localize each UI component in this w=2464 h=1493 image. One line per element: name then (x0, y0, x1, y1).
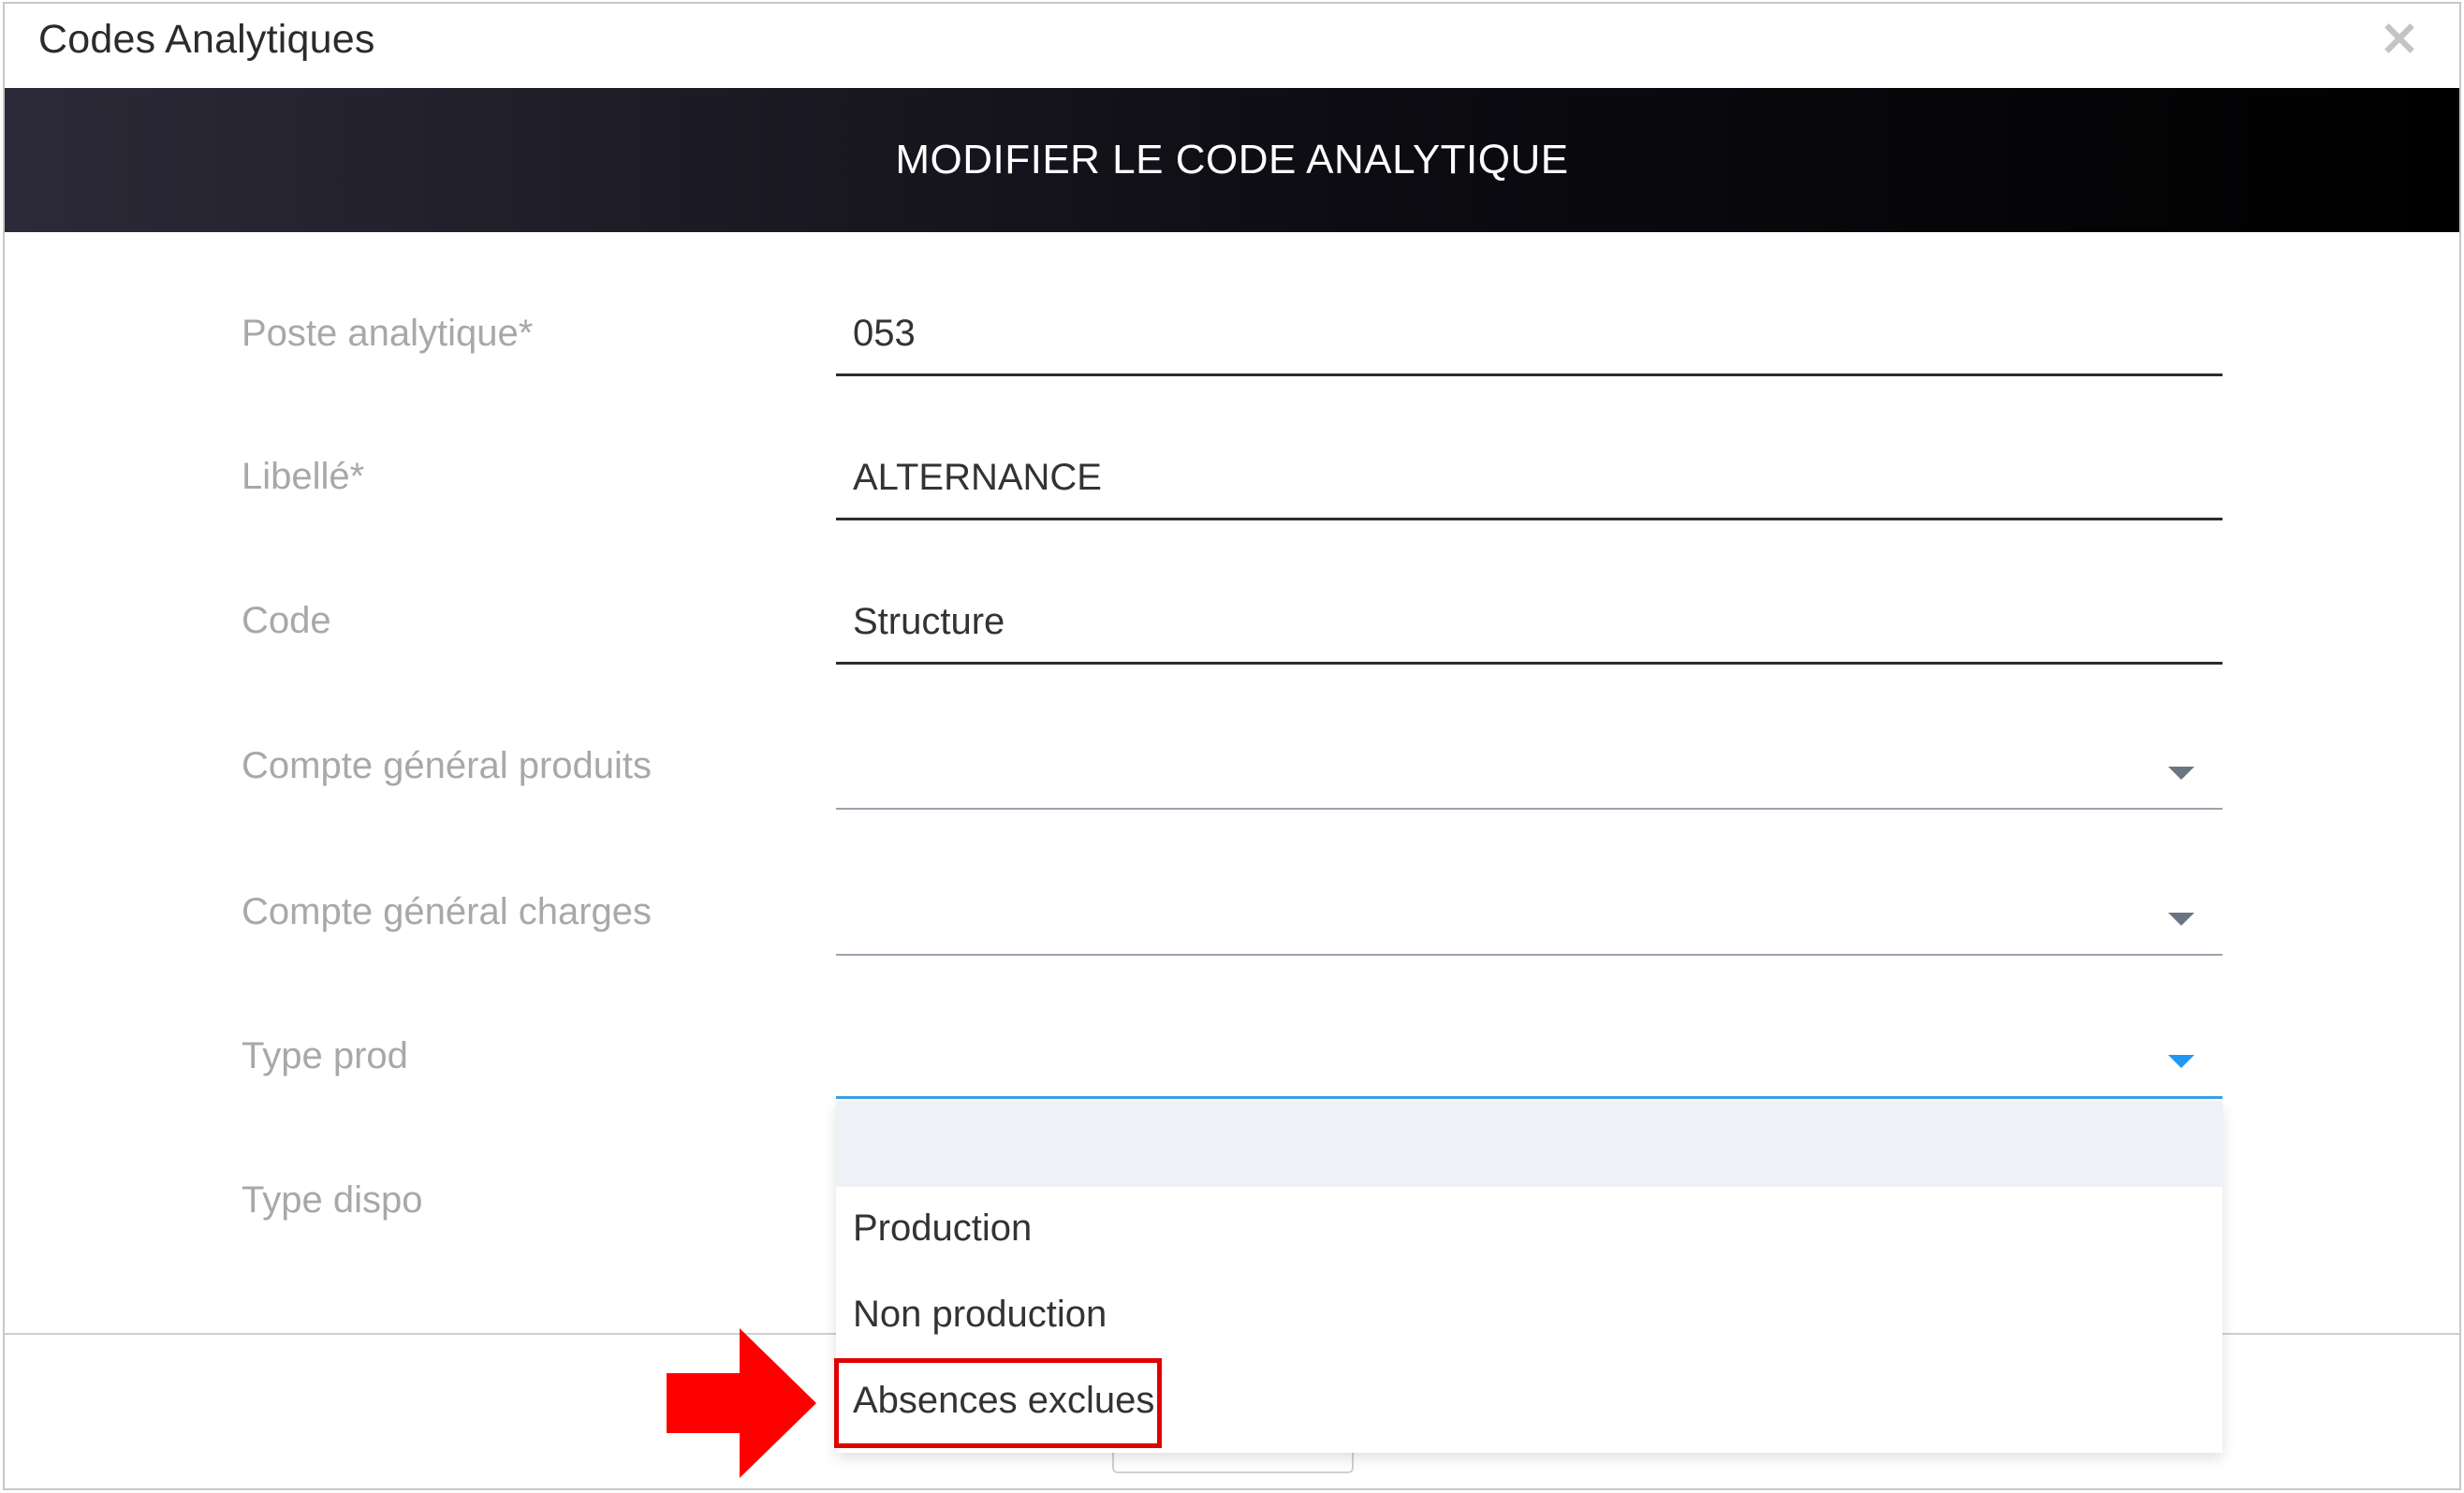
code-value: Structure (853, 601, 1005, 642)
red-arrow-annotation (667, 1328, 816, 1478)
libelle-label: Libellé* (242, 456, 365, 497)
codes-analytiques-dialog: Codes Analytiques × MODIFIER LE CODE ANA… (3, 2, 2461, 1490)
libelle-value: ALTERNANCE (853, 457, 1102, 498)
code-label: Code (242, 600, 331, 641)
type-prod-label: Type prod (242, 1035, 408, 1076)
chevron-down-icon[interactable] (2168, 1055, 2194, 1068)
code-input[interactable]: Structure (836, 590, 2222, 665)
dialog-banner: MODIFIER LE CODE ANALYTIQUE (5, 88, 2459, 232)
type-dispo-label: Type dispo (242, 1179, 423, 1221)
compte-general-charges-label: Compte général charges (242, 891, 653, 932)
poste-analytique-value: 053 (853, 313, 916, 354)
dialog-title: Codes Analytiques (38, 17, 375, 62)
close-icon[interactable]: × (2375, 12, 2424, 63)
banner-title: MODIFIER LE CODE ANALYTIQUE (895, 137, 1569, 183)
compte-general-produits-label: Compte général produits (242, 745, 653, 786)
chevron-down-icon[interactable] (2168, 767, 2194, 780)
highlight-box (834, 1358, 1162, 1448)
dropdown-option-production[interactable]: Production (836, 1187, 2222, 1273)
type-prod-select[interactable] (836, 1024, 2222, 1099)
chevron-down-icon[interactable] (2168, 913, 2194, 926)
dropdown-option-label: Non production (853, 1294, 1107, 1335)
dropdown-option-label: Production (853, 1208, 1033, 1249)
dropdown-option-empty[interactable] (836, 1101, 2222, 1187)
dropdown-option-non-production[interactable]: Non production (836, 1273, 2222, 1359)
poste-analytique-label: Poste analytique* (242, 313, 534, 354)
compte-general-charges-select[interactable] (836, 881, 2222, 956)
compte-general-produits-select[interactable] (836, 735, 2222, 810)
poste-analytique-input[interactable]: 053 (836, 301, 2222, 376)
libelle-input[interactable]: ALTERNANCE (836, 446, 2222, 520)
